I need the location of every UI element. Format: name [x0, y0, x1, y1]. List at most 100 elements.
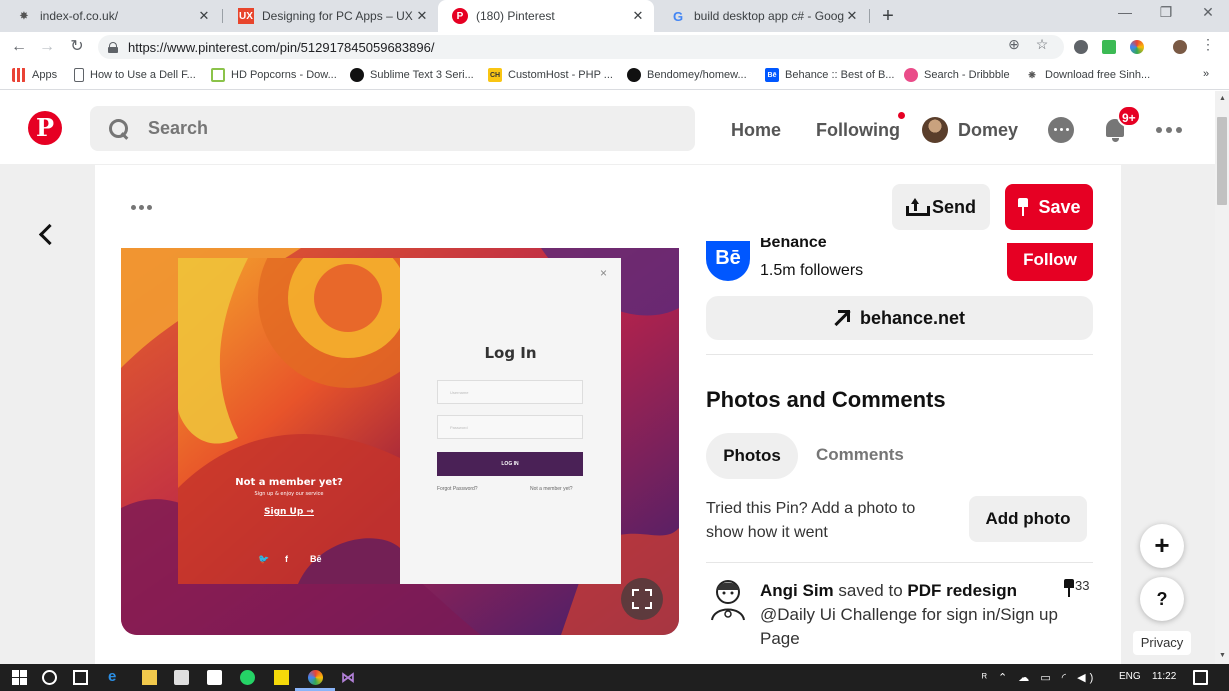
- store-icon[interactable]: [174, 670, 189, 685]
- following-notification-dot: [898, 112, 905, 119]
- file-explorer-icon[interactable]: [142, 670, 157, 685]
- forward-arrow-icon[interactable]: →: [36, 36, 58, 58]
- bookmark-star-icon[interactable]: ☆: [1032, 36, 1052, 53]
- close-tab-icon[interactable]: ✕: [196, 8, 212, 24]
- save-label: Save: [1038, 196, 1081, 217]
- download-extension-icon[interactable]: [1102, 40, 1116, 54]
- pinterest-logo[interactable]: P: [28, 111, 62, 145]
- bookmark-item[interactable]: How to Use a Dell F...: [74, 68, 196, 82]
- pushpin-icon: [1063, 578, 1074, 597]
- share-upload-icon: [905, 198, 930, 216]
- bookmark-item[interactable]: Bendomey/homew...: [627, 68, 747, 82]
- source-name[interactable]: Behance: [760, 238, 827, 250]
- pin-more-options-icon[interactable]: [131, 205, 157, 211]
- behance-avatar[interactable]: Bē: [706, 241, 750, 281]
- dribbble-icon: [904, 68, 918, 82]
- action-center-icon[interactable]: [1193, 670, 1208, 685]
- color-extension-icon[interactable]: [1130, 40, 1144, 54]
- bookmark-label: How to Use a Dell F...: [90, 69, 196, 81]
- github-icon: [350, 68, 364, 82]
- zoom-icon[interactable]: ⊕: [1004, 36, 1024, 53]
- activity-user[interactable]: Angi Sim: [760, 581, 834, 600]
- bookmarks-overflow[interactable]: »: [1203, 68, 1209, 80]
- clock[interactable]: 11:22: [1152, 671, 1176, 682]
- chrome-menu-icon[interactable]: ⋮: [1198, 36, 1218, 53]
- cortana-search-icon[interactable]: [42, 670, 57, 685]
- source-link-label: behance.net: [859, 307, 966, 328]
- save-button[interactable]: Save: [1005, 184, 1093, 230]
- bookmark-label: Search - Dribbble: [924, 69, 1010, 81]
- pin-page: Send Save Not a member yet? Sign up & en…: [0, 165, 1215, 664]
- close-tab-icon[interactable]: ✕: [414, 8, 430, 24]
- nav-following[interactable]: Following: [816, 120, 900, 141]
- windows-start-icon[interactable]: [12, 670, 27, 685]
- source-link-button[interactable]: behance.net: [706, 296, 1093, 340]
- follow-button[interactable]: Follow: [1007, 243, 1093, 281]
- sticky-notes-icon[interactable]: [274, 670, 289, 685]
- new-tab-button[interactable]: +: [877, 5, 899, 27]
- avatar[interactable]: [922, 117, 948, 143]
- input-language[interactable]: ENG: [1119, 671, 1141, 682]
- tab-photos[interactable]: Photos: [706, 433, 798, 479]
- close-tab-icon[interactable]: ✕: [630, 8, 646, 24]
- tab-separator: [869, 9, 870, 23]
- bookmark-apps[interactable]: Apps: [12, 68, 57, 82]
- more-options-icon[interactable]: [1156, 127, 1184, 133]
- commenter-avatar[interactable]: [706, 574, 750, 622]
- task-view-icon[interactable]: [73, 670, 88, 685]
- browser-tab-active[interactable]: P (180) Pinterest ✕: [438, 0, 654, 32]
- search-input[interactable]: Search: [90, 106, 695, 151]
- external-arrow-icon: [834, 310, 850, 326]
- browser-tab[interactable]: UX Designing for PC Apps – UX Plan ✕: [224, 0, 438, 32]
- profile-avatar[interactable]: [1173, 40, 1187, 54]
- visual-studio-icon[interactable]: ⋈: [341, 669, 356, 685]
- bookmark-label: Sublime Text 3 Seri...: [370, 69, 474, 81]
- username-field: Username: [437, 380, 583, 404]
- nav-home[interactable]: Home: [731, 120, 781, 141]
- create-plus-button[interactable]: +: [1140, 524, 1184, 568]
- address-bar[interactable]: https://www.pinterest.com/pin/5129178450…: [98, 35, 1064, 59]
- bookmark-item[interactable]: Bē Behance :: Best of B...: [765, 68, 894, 82]
- chrome-icon[interactable]: [308, 670, 323, 685]
- scrollbar-thumb[interactable]: [1217, 117, 1227, 205]
- pin-image[interactable]: Not a member yet? Sign up & enjoy our se…: [121, 248, 679, 635]
- back-arrow-icon[interactable]: ←: [8, 36, 30, 58]
- tab-comments[interactable]: Comments: [816, 445, 904, 465]
- bookmark-item[interactable]: CH CustomHost - PHP ...: [488, 68, 613, 82]
- close-tab-icon[interactable]: ✕: [844, 8, 860, 24]
- close-window-icon[interactable]: ✕: [1193, 4, 1223, 21]
- add-photo-button[interactable]: Add photo: [969, 496, 1087, 542]
- privacy-link[interactable]: Privacy: [1133, 631, 1191, 655]
- edge-icon[interactable]: e: [108, 668, 123, 685]
- bookmark-item[interactable]: Search - Dribbble: [904, 68, 1010, 82]
- send-button[interactable]: Send: [892, 184, 990, 230]
- spider-icon: ✸: [19, 10, 29, 22]
- help-button[interactable]: ?: [1140, 577, 1184, 621]
- browser-tab[interactable]: ✸ index-of.co.uk/ ✕: [2, 0, 220, 32]
- whatsapp-icon[interactable]: [240, 670, 255, 685]
- sinhala-icon: ❋: [1028, 69, 1036, 80]
- system-tray-icons[interactable]: ᴿ ⌃ ☁ ▭ ◜ ◀): [982, 671, 1097, 684]
- bookmark-item[interactable]: ❋ Download free Sinh...: [1025, 68, 1150, 82]
- forgot-password-link: Forgot Password?: [437, 486, 478, 492]
- close-icon: ×: [600, 266, 608, 280]
- reload-icon[interactable]: ↻: [66, 36, 88, 58]
- messages-icon[interactable]: [1048, 117, 1074, 143]
- tab-title: index-of.co.uk/: [40, 9, 119, 23]
- nav-profile[interactable]: Domey: [958, 120, 1018, 141]
- browser-tab[interactable]: G build desktop app c# - Google S ✕: [656, 0, 868, 32]
- minimize-icon[interactable]: —: [1110, 4, 1140, 20]
- scroll-up-icon[interactable]: ▲: [1219, 95, 1226, 102]
- activity-board[interactable]: PDF redesign: [907, 581, 1017, 600]
- bookmark-item[interactable]: Sublime Text 3 Seri...: [350, 68, 474, 82]
- expand-fullscreen-icon[interactable]: [621, 578, 663, 620]
- page-scrollbar[interactable]: ▲ ▼: [1215, 91, 1229, 664]
- browser-tab-strip: ✸ index-of.co.uk/ ✕ UX Designing for PC …: [0, 0, 1229, 32]
- mail-icon[interactable]: [207, 670, 222, 685]
- scroll-down-icon[interactable]: ▼: [1219, 652, 1226, 659]
- bookmark-item[interactable]: HD Popcorns - Dow...: [211, 68, 337, 82]
- extension-icon[interactable]: [1074, 40, 1088, 54]
- pinterest-header: P Search Home Following Domey 9+: [0, 91, 1215, 165]
- back-chevron-icon[interactable]: [36, 223, 58, 247]
- restore-icon[interactable]: ❐: [1151, 4, 1181, 21]
